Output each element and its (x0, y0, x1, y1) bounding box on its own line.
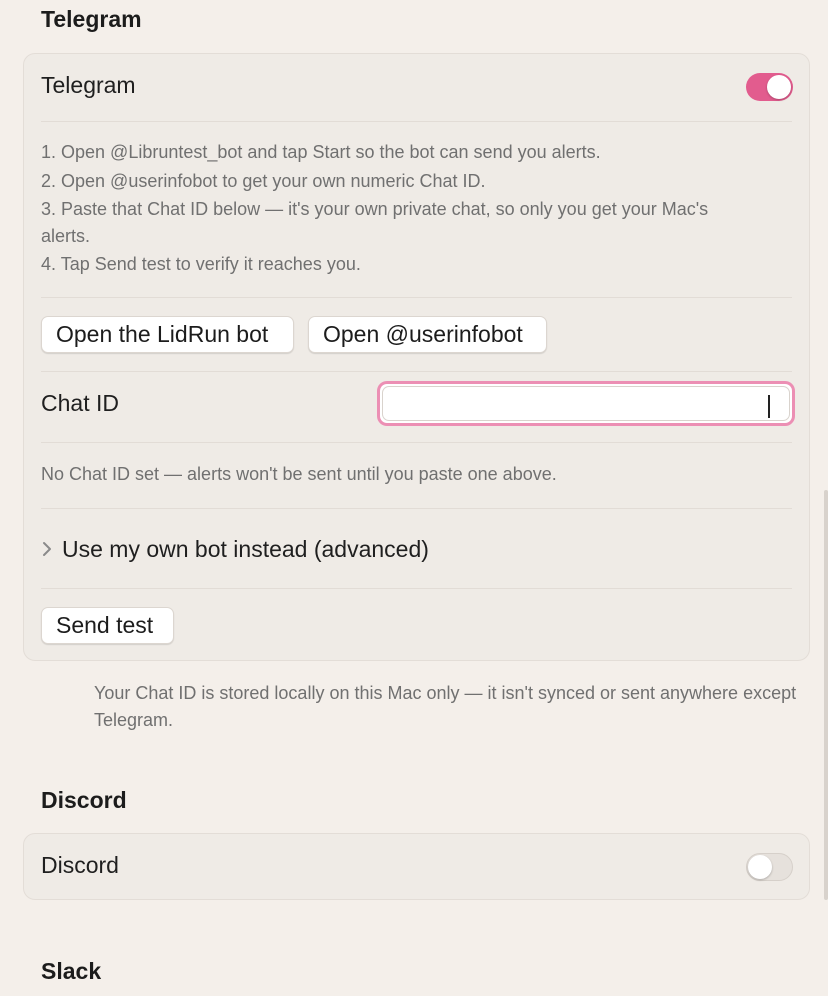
divider (41, 508, 792, 509)
discord-toggle-label: Discord (41, 852, 119, 878)
divider (41, 371, 792, 372)
discord-card: Discord (23, 833, 810, 900)
telegram-toggle-row: Telegram (41, 72, 792, 104)
discord-section-title: Discord (41, 787, 127, 813)
telegram-card: Telegram 1. Open @Libruntest_bot and tap… (23, 53, 810, 661)
toggle-knob (767, 75, 791, 99)
telegram-toggle-label: Telegram (41, 72, 136, 98)
open-lidrun-bot-button[interactable]: Open the LidRun bot (41, 316, 294, 353)
slack-section-title: Slack (41, 958, 102, 984)
toggle-knob (748, 855, 772, 879)
settings-page: Telegram Telegram 1. Open @Libruntest_bo… (0, 0, 828, 996)
telegram-section-title: Telegram (41, 6, 142, 32)
chat-id-field[interactable] (377, 381, 795, 426)
chat-id-field-inner[interactable] (382, 386, 790, 421)
telegram-toggle[interactable] (746, 73, 793, 101)
divider (41, 121, 792, 122)
instruction-step-2: 2. Open @userinfobot to get your own num… (41, 171, 486, 191)
instruction-step-3: 3. Paste that Chat ID below — it's your … (41, 199, 709, 246)
chevron-right-icon-svg (43, 542, 51, 556)
discord-toggle[interactable] (746, 853, 793, 881)
divider (41, 442, 792, 443)
instruction-step-1: 1. Open @Libruntest_bot and tap Start so… (41, 142, 601, 162)
scrollbar[interactable] (824, 490, 828, 900)
telegram-instructions: 1. Open @Libruntest_bot and tap Start so… (41, 138, 792, 279)
advanced-disclosure[interactable]: Use my own bot instead (advanced) (62, 536, 792, 563)
chat-id-label: Chat ID (41, 390, 119, 416)
chat-id-hint: No Chat ID set — alerts won't be sent un… (41, 464, 557, 484)
discord-toggle-row: Discord (41, 852, 792, 879)
advanced-disclosure-label: Use my own bot instead (advanced) (62, 536, 429, 562)
divider (41, 588, 792, 589)
send-test-button[interactable]: Send test (41, 607, 174, 644)
chevron-right-icon[interactable] (41, 540, 53, 564)
open-userinfobot-button[interactable]: Open @userinfobot (308, 316, 547, 353)
text-caret (768, 395, 770, 418)
instruction-step-4: 4. Tap Send test to verify it reaches yo… (41, 254, 361, 274)
telegram-footnote: Your Chat ID is stored locally on this M… (94, 683, 797, 730)
divider (41, 297, 792, 298)
